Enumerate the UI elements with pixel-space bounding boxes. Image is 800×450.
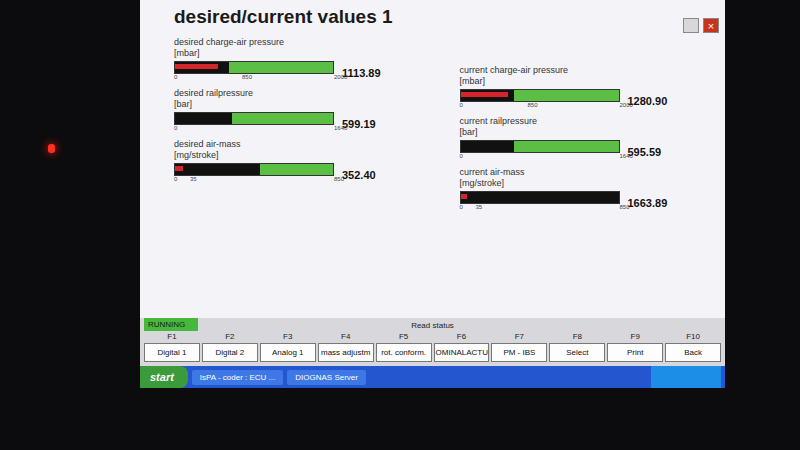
led-light	[48, 144, 55, 153]
gauge-bar	[174, 163, 334, 176]
system-tray	[651, 366, 721, 388]
function-key-label: F5	[399, 331, 408, 343]
gauge-column: current charge-air pressure [mbar] 08502…	[460, 37, 716, 318]
function-key-label: F10	[686, 331, 700, 343]
taskbar-button[interactable]: IsPA - coder : ECU ...	[192, 370, 283, 385]
function-key-label: F3	[283, 331, 292, 343]
start-button[interactable]: start	[140, 366, 188, 388]
taskbar: start IsPA - coder : ECU ... DIOGNAS Serv…	[140, 366, 725, 388]
gauge: desired charge-air pressure [mbar] 08502…	[174, 37, 430, 82]
function-key-button[interactable]: Back	[665, 343, 721, 362]
function-key-button[interactable]: Analog 1	[260, 343, 316, 362]
function-key-button[interactable]: Digital 1	[144, 343, 200, 362]
gauge-unit: [bar]	[174, 99, 430, 110]
gauge-label: desired air-mass	[174, 139, 430, 150]
gauge-scale: 035850	[460, 204, 620, 212]
gauge-scale: 01640	[460, 153, 620, 161]
gauge-bar	[174, 112, 334, 125]
gauge-label: current air-mass	[460, 167, 716, 178]
gauge-unit: [mg/stroke]	[460, 178, 716, 189]
title-bar: desired/current values 1 ×	[140, 0, 725, 33]
function-key-label: F8	[573, 331, 582, 343]
function-key-button[interactable]: rot. conform.	[376, 343, 432, 362]
gauge-label: current railpressure	[460, 116, 716, 127]
function-key-button[interactable]: mass adjustm	[318, 343, 374, 362]
gauge-label: desired charge-air pressure	[174, 37, 430, 48]
gauge: current air-mass [mg/stroke] 035850 1663…	[460, 167, 716, 212]
gauge-scale: 01640	[174, 125, 334, 133]
gauge: current railpressure [bar] 01640 595.59	[460, 116, 716, 161]
running-status: RUNNING	[144, 318, 198, 331]
photo-background: desired/current values 1 × desired charg…	[0, 0, 800, 450]
gauge-unit: [mbar]	[174, 48, 430, 59]
gauge-label: current charge-air pressure	[460, 65, 716, 76]
gauge-bar	[460, 89, 620, 102]
gauge-scale: 08502000	[460, 102, 620, 110]
taskbar-button[interactable]: DIOGNAS Server	[287, 370, 366, 385]
function-key-button[interactable]: Print	[607, 343, 663, 362]
function-key-button[interactable]: OMINALACTU	[434, 343, 490, 362]
gauge-bar	[460, 191, 620, 204]
app-window: desired/current values 1 × desired charg…	[140, 0, 725, 366]
function-key-button[interactable]: Digital 2	[202, 343, 258, 362]
function-key-label: F2	[225, 331, 234, 343]
laptop-screen: desired/current values 1 × desired charg…	[140, 0, 725, 388]
gauge-value: 1280.90	[628, 89, 668, 107]
function-key-label: F9	[631, 331, 640, 343]
gauge-bar	[174, 61, 334, 74]
gauge-unit: [mbar]	[460, 76, 716, 87]
gauge-column: desired charge-air pressure [mbar] 08502…	[174, 37, 430, 318]
gauge-unit: [mg/stroke]	[174, 150, 430, 161]
gauge-area: desired charge-air pressure [mbar] 08502…	[140, 33, 725, 318]
function-key-bar: F1 Digital 1 F2 Digital 2 F3 Analog 1 F4 ma…	[140, 331, 725, 366]
function-key-label: F4	[341, 331, 350, 343]
function-key-button[interactable]: PM - IBS	[491, 343, 547, 362]
gauge: desired air-mass [mg/stroke] 035850 352.…	[174, 139, 430, 184]
gauge-value: 1663.89	[628, 191, 668, 209]
gauge-label: desired railpressure	[174, 88, 430, 99]
function-key-button[interactable]: Select	[549, 343, 605, 362]
function-key-label: F7	[515, 331, 524, 343]
gauge-unit: [bar]	[460, 127, 716, 138]
function-key-label: F6	[457, 331, 466, 343]
gauge-value: 1113.89	[342, 61, 381, 79]
close-button[interactable]: ×	[703, 18, 719, 33]
gauge: desired railpressure [bar] 01640 599.19	[174, 88, 430, 133]
gauge-value: 352.40	[342, 163, 376, 181]
window-title: desired/current values 1	[174, 4, 393, 28]
read-status-label: Read status	[336, 321, 528, 331]
gauge-scale: 08502000	[174, 74, 334, 82]
window-button[interactable]	[683, 18, 699, 33]
gauge: current charge-air pressure [mbar] 08502…	[460, 65, 716, 110]
gauge-bar	[460, 140, 620, 153]
gauge-scale: 035850	[174, 176, 334, 184]
function-key-label: F1	[167, 331, 176, 343]
